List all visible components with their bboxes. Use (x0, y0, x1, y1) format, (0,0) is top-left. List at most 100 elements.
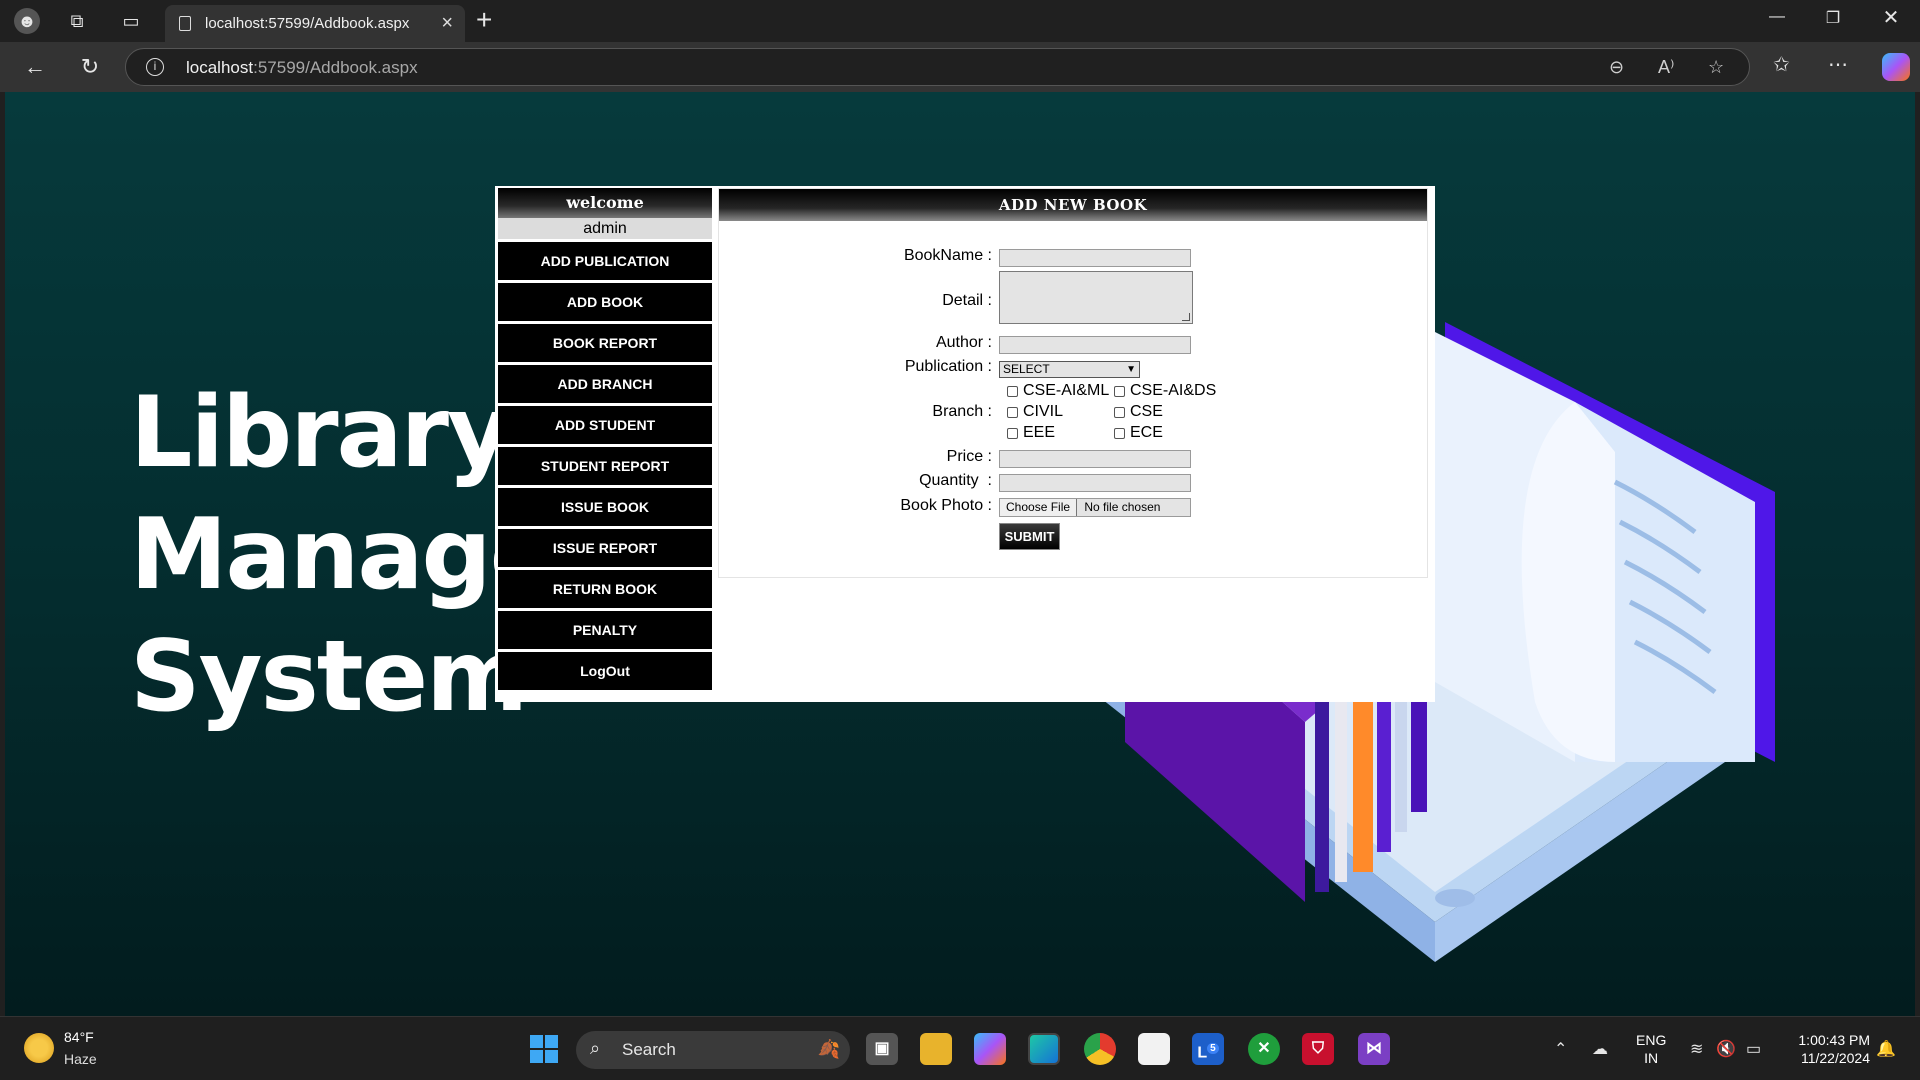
favorites-icon[interactable]: ✩ (1773, 52, 1790, 77)
address-bar[interactable]: i localhost:57599/Addbook.aspx ⊖ A⁾ ☆ (125, 48, 1750, 86)
task-view-icon[interactable]: ▣ (866, 1033, 898, 1065)
menu-book-report[interactable]: BOOK REPORT (498, 324, 712, 362)
menu-add-publication[interactable]: ADD PUBLICATION (498, 242, 712, 280)
menu-issue-report[interactable]: ISSUE REPORT (498, 529, 712, 567)
page-icon (179, 16, 191, 31)
weather-temperature[interactable]: 84°F (64, 1029, 94, 1045)
taskbar-search[interactable]: ⌕ Search 🍂 (576, 1031, 850, 1069)
chevron-up-icon[interactable]: ⌃ (1554, 1039, 1567, 1059)
menu-add-student[interactable]: ADD STUDENT (498, 406, 712, 444)
xbox-icon[interactable]: ✕ (1248, 1033, 1280, 1065)
copilot-app-icon[interactable] (974, 1033, 1006, 1065)
price-label: Price : (946, 448, 992, 465)
browser-tab-bar: ☻ ⧉ ▭ localhost:57599/Addbook.aspx × + —… (0, 0, 1920, 42)
branch-checkbox[interactable]: CSE-AI&DS (1114, 382, 1216, 400)
page-viewport: Library Manage System welcome admin ADD … (5, 92, 1915, 1016)
choose-file-button[interactable]: Choose File (1000, 499, 1078, 516)
price-input[interactable] (999, 450, 1191, 468)
file-explorer-icon[interactable] (920, 1033, 952, 1065)
volume-muted-icon[interactable]: 🔇 (1716, 1039, 1736, 1059)
branch-checkbox[interactable]: CSE-AI&ML (1007, 382, 1109, 400)
checkbox-box[interactable] (1007, 427, 1018, 439)
book-photo-label: Book Photo : (900, 497, 992, 514)
submit-button[interactable]: SUBMIT (999, 523, 1060, 550)
quantity-label: Quantity : (919, 472, 992, 489)
read-aloud-icon[interactable]: A⁾ (1658, 57, 1674, 78)
checkbox-box[interactable] (1114, 385, 1125, 397)
hero-title: Library Manage System (130, 376, 556, 734)
system-clock[interactable]: 1:00:43 PM 11/22/2024 (1780, 1031, 1870, 1067)
checkbox-box[interactable] (1007, 406, 1018, 418)
input-language[interactable]: ENG IN (1636, 1031, 1666, 1067)
admin-sidebar: welcome admin ADD PUBLICATION ADD BOOK B… (498, 188, 712, 690)
menu-student-report[interactable]: STUDENT REPORT (498, 447, 712, 485)
menu-return-book[interactable]: RETURN BOOK (498, 570, 712, 608)
close-window-icon[interactable]: ✕ (1876, 5, 1906, 30)
mcafee-icon[interactable]: ⛉ (1302, 1033, 1334, 1065)
branch-checkbox[interactable]: CIVIL (1007, 403, 1063, 421)
author-label: Author : (935, 334, 992, 351)
chevron-down-icon: ▼ (1126, 364, 1136, 375)
visual-studio-icon[interactable]: ⋈ (1358, 1033, 1390, 1065)
notification-badge: 5 (1207, 1043, 1219, 1054)
minimize-icon[interactable]: — (1762, 8, 1792, 26)
weather-haze-icon[interactable] (24, 1033, 54, 1063)
copilot-icon[interactable] (1882, 53, 1910, 81)
windows-taskbar: 84°F Haze ⌕ Search 🍂 ▣ L5 ✕ ⛉ ⋈ ⌃ ☁ ENG … (0, 1016, 1920, 1080)
back-button[interactable]: ← (20, 52, 50, 82)
restore-icon[interactable]: ❐ (1818, 8, 1848, 28)
menu-logout[interactable]: LogOut (498, 652, 712, 690)
quantity-input[interactable] (999, 474, 1191, 492)
menu-penalty[interactable]: PENALTY (498, 611, 712, 649)
close-tab-icon[interactable]: × (441, 12, 453, 35)
form-heading: ADD NEW BOOK (719, 189, 1427, 221)
address-toolbar: ← ↻ i localhost:57599/Addbook.aspx ⊖ A⁾ … (0, 42, 1920, 92)
branch-label: Branch : (932, 403, 992, 420)
publication-select[interactable]: SELECT ▼ (999, 361, 1140, 378)
branch-checkbox[interactable]: CSE (1114, 403, 1163, 421)
search-icon: ⌕ (590, 1038, 601, 1058)
site-info-icon[interactable]: i (146, 58, 164, 76)
tab-title: localhost:57599/Addbook.aspx (205, 15, 410, 32)
detail-textarea[interactable] (999, 271, 1193, 324)
checkbox-box[interactable] (1114, 406, 1125, 418)
wifi-icon[interactable]: ≋ (1690, 1039, 1703, 1059)
author-input[interactable] (999, 336, 1191, 354)
menu-add-book[interactable]: ADD BOOK (498, 283, 712, 321)
branch-checkbox[interactable]: ECE (1114, 424, 1163, 442)
menu-issue-book[interactable]: ISSUE BOOK (498, 488, 712, 526)
publication-selected-value: SELECT (1003, 362, 1050, 376)
current-user-label: admin (498, 218, 712, 239)
publication-label: Publication : (904, 358, 992, 375)
zoom-icon[interactable]: ⊖ (1609, 57, 1624, 78)
favorite-star-icon[interactable]: ☆ (1708, 57, 1724, 78)
refresh-button[interactable]: ↻ (75, 52, 105, 82)
start-button[interactable] (530, 1035, 558, 1063)
chrome-icon[interactable] (1084, 1033, 1116, 1065)
checkbox-box[interactable] (1007, 385, 1018, 397)
resize-grip-icon[interactable] (1182, 313, 1190, 321)
branch-checkbox[interactable]: EEE (1007, 424, 1055, 442)
welcome-header: welcome (498, 188, 712, 218)
more-menu-icon[interactable]: ⋯ (1828, 52, 1848, 77)
book-photo-file-input[interactable]: Choose File No file chosen (999, 498, 1191, 517)
search-placeholder: Search (622, 1040, 676, 1059)
workspaces-icon[interactable]: ⧉ (64, 8, 90, 34)
checkbox-box[interactable] (1114, 427, 1125, 439)
detail-label: Detail : (942, 292, 992, 309)
profile-avatar-icon[interactable]: ☻ (14, 8, 40, 34)
tab-actions-icon[interactable]: ▭ (118, 8, 144, 34)
admin-panel: welcome admin ADD PUBLICATION ADD BOOK B… (495, 186, 1435, 702)
notification-bell-icon[interactable]: 🔔 (1876, 1039, 1896, 1059)
weather-condition[interactable]: Haze (64, 1051, 97, 1067)
browser-tab-active[interactable]: localhost:57599/Addbook.aspx × (165, 5, 465, 42)
url-text: localhost:57599/Addbook.aspx (186, 58, 418, 77)
new-tab-button[interactable]: + (476, 4, 492, 36)
battery-icon[interactable]: ▭ (1746, 1039, 1761, 1059)
menu-add-branch[interactable]: ADD BRANCH (498, 365, 712, 403)
microsoft-store-icon[interactable] (1138, 1033, 1170, 1065)
onedrive-cloud-icon[interactable]: ☁ (1592, 1039, 1608, 1059)
l-app-icon[interactable]: L5 (1192, 1033, 1224, 1065)
edge-browser-icon[interactable] (1028, 1033, 1060, 1065)
bookname-input[interactable] (999, 249, 1191, 267)
